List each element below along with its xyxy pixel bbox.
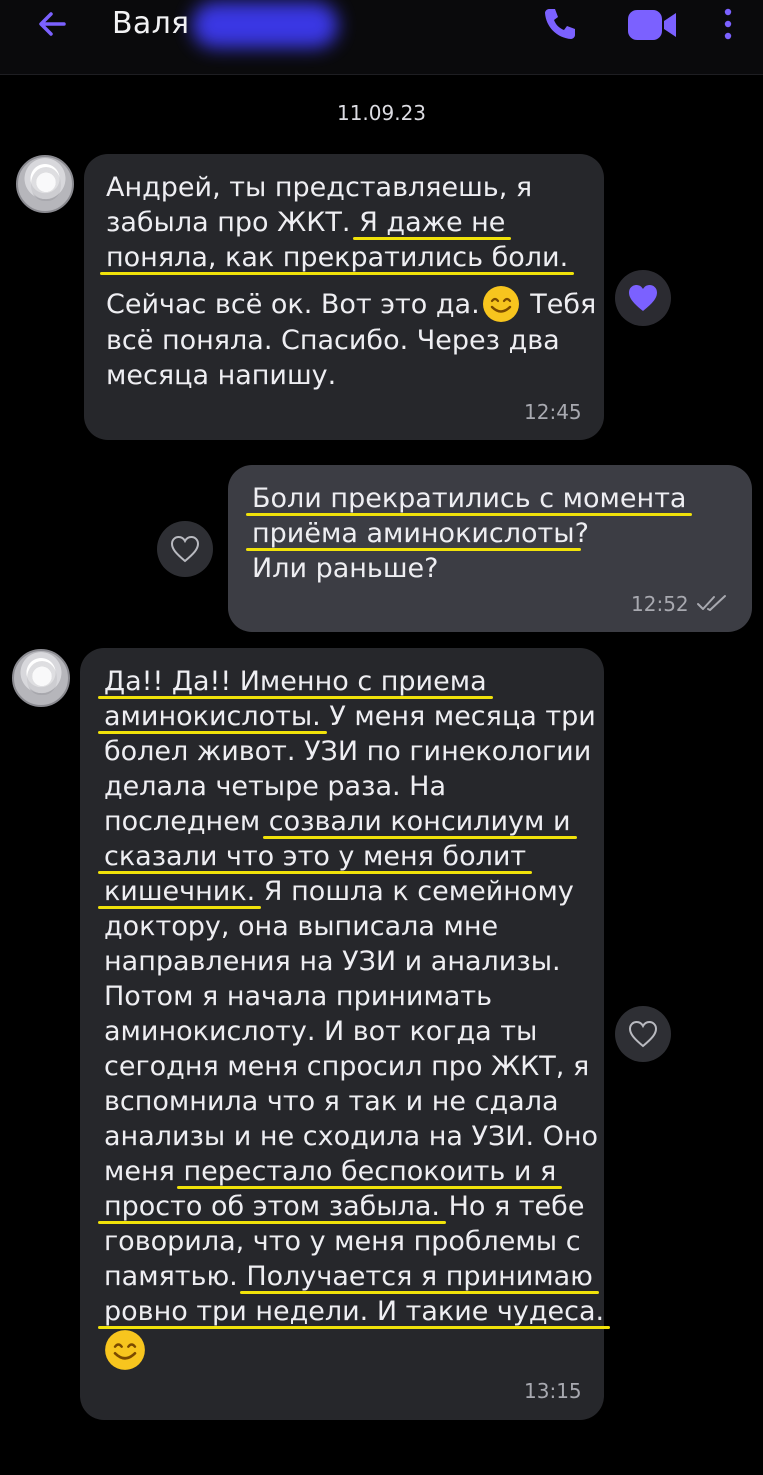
message-line: сегодня меня спросил про ЖКТ, я	[104, 1051, 590, 1082]
arrow-left-icon[interactable]	[34, 6, 70, 42]
message-line: кишечник. Я пошла к семейному	[97, 876, 574, 909]
message-time: 12:45	[524, 400, 582, 424]
message-bubble-incoming[interactable]: Да!! Да!! Именно с приема аминокислоты. …	[80, 648, 611, 1420]
message-line: месяца напишу.	[106, 359, 337, 391]
message-line: Сейчас всё ок. Вот это да. Тебя	[106, 285, 596, 323]
message-line: памятью. Получается я принимаю	[104, 1261, 599, 1294]
message-line: всё поняла. Спасибо. Через два	[106, 324, 560, 356]
message-line: Андрей, ты представляешь, я	[106, 172, 533, 203]
message-line: аминокислоты. У меня месяца три	[98, 701, 596, 734]
message-bubble-outgoing[interactable]: Боли прекратились с момента приёма амино…	[228, 465, 752, 632]
highlight-underline: аминокислоты.	[98, 701, 327, 734]
message-line: последнем созвали консилиум и	[104, 806, 577, 839]
message-line: меня перестало беспокоить и я	[104, 1156, 562, 1189]
highlight-underline: поняла, как прекратились боли.	[99, 242, 575, 275]
message-line: болел живот. УЗИ по гинекологии	[104, 736, 592, 767]
highlight-underline: Боли прекратились с момента	[245, 483, 693, 516]
highlight-underline: кишечник.	[97, 876, 262, 909]
message-line: анализы и не сходила на УЗИ. Оно	[104, 1121, 599, 1152]
video-camera-icon[interactable]	[624, 4, 680, 44]
message-line: сказали что это у меня болит	[97, 839, 604, 874]
message-text: Да!! Да!! Именно с приема аминокислоты. …	[97, 664, 611, 1371]
highlight-underline: Я даже не	[353, 207, 512, 240]
date-separator: 11.09.23	[336, 101, 427, 125]
highlight-underline: созвали консилиум и	[262, 806, 577, 839]
phone-icon[interactable]	[540, 4, 580, 44]
reaction-button[interactable]	[615, 1006, 671, 1062]
message-line: приёма аминокислоты?	[246, 518, 589, 551]
highlight-underline: сказали что это у меня болит	[97, 841, 533, 874]
message-line: говорила, что у меня проблемы с	[104, 1226, 581, 1257]
message-bubble-incoming[interactable]: Андрей, ты представляешь, я забыла про Ж…	[84, 154, 604, 440]
message-line: Боли прекратились с момента	[245, 481, 693, 516]
message-line: вспомнила что я так и не сдала	[104, 1086, 559, 1117]
message-line: аминокислоту. И вот когда ты	[104, 1016, 538, 1047]
reaction-button[interactable]	[157, 521, 213, 577]
message-line: поняла, как прекратились боли.	[99, 240, 596, 275]
message-line: направления на УЗИ и анализы.	[104, 946, 561, 977]
chat-header: Валя	[0, 0, 763, 75]
avatar[interactable]	[16, 155, 74, 213]
heart-outline-icon	[628, 1020, 658, 1048]
message-line: делала четыре раза. На	[104, 771, 447, 802]
contact-name[interactable]: Валя	[112, 6, 189, 42]
message-text: Боли прекратились с момента приёма амино…	[245, 481, 693, 586]
highlight-underline: перестало беспокоить и я	[177, 1156, 562, 1189]
message-time: 12:52	[631, 592, 689, 616]
highlight-underline: приёма аминокислоты	[246, 518, 581, 551]
highlight-underline: Да!! Да!! Именно с приема	[98, 666, 493, 699]
message-line: ровно три недели. И такие чудеса.	[97, 1294, 611, 1329]
heart-filled-icon	[629, 285, 657, 311]
heart-outline-icon	[170, 535, 200, 563]
avatar[interactable]	[12, 649, 70, 707]
highlight-underline: просто об этом забыла.	[97, 1191, 447, 1224]
double-check-icon	[697, 595, 726, 611]
message-line: просто об этом забыла. Но я тебе	[97, 1191, 585, 1224]
more-vertical-icon[interactable]	[718, 4, 738, 44]
message-line: Или раньше?	[252, 553, 439, 584]
smiling-face-emoji-icon	[105, 1330, 145, 1370]
blurred-surname	[192, 2, 338, 48]
message-line: Потом я начала принимать	[104, 981, 493, 1012]
highlight-underline: Получается я принимаю	[240, 1261, 599, 1294]
message-line: Да!! Да!! Именно с приема	[98, 664, 604, 699]
message-line	[104, 1330, 604, 1371]
reaction-button[interactable]	[615, 270, 671, 326]
message-line: забыла про ЖКТ. Я даже не	[106, 207, 512, 240]
message-line: доктору, она выписала мне	[104, 911, 499, 942]
highlight-underline: ровно три недели. И такие чудеса.	[97, 1296, 611, 1329]
message-time: 13:15	[524, 1379, 582, 1403]
message-text: Андрей, ты представляешь, я забыла про Ж…	[99, 170, 596, 393]
smiling-face-emoji-icon	[482, 285, 519, 322]
